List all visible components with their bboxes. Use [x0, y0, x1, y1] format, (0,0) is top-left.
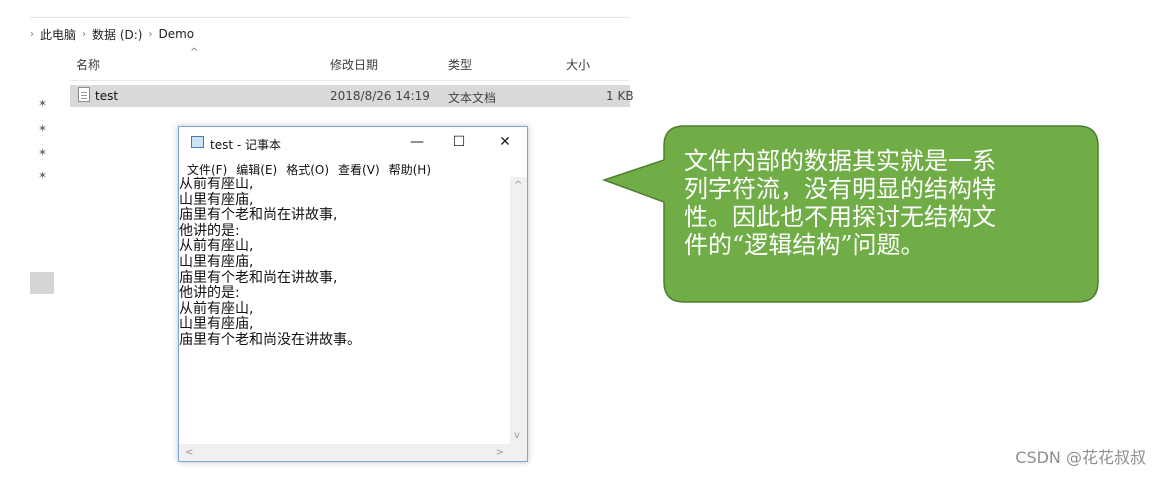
scroll-down-icon[interactable]: v — [514, 430, 520, 442]
watermark: CSDN @花花叔叔 — [1015, 448, 1146, 467]
pin-icon[interactable]: ✶ — [38, 97, 47, 110]
nav-pane-item[interactable] — [30, 272, 54, 294]
pin-icon[interactable]: ✶ — [38, 122, 47, 135]
notepad-title-bar[interactable]: test - 记事本 — ☐ ✕ — [179, 127, 527, 157]
divider — [30, 17, 630, 18]
scroll-left-icon[interactable]: < — [185, 447, 193, 459]
menu-view[interactable]: 查看(V) — [338, 161, 380, 178]
menu-format[interactable]: 格式(O) — [286, 161, 329, 178]
file-type: 文本文档 — [448, 91, 497, 105]
column-header-name[interactable]: 名称 — [76, 56, 100, 73]
notepad-icon — [191, 136, 204, 148]
breadcrumb-demo[interactable]: Demo — [158, 27, 194, 41]
menu-edit[interactable]: 编辑(E) — [236, 161, 277, 178]
scroll-up-icon[interactable]: ^ — [514, 180, 522, 192]
chevron-right-icon: › — [30, 28, 34, 40]
file-modified: 2018/8/26 14:19 — [330, 89, 430, 103]
chevron-right-icon: › — [148, 28, 153, 40]
maximize-button[interactable]: ☐ — [447, 131, 471, 153]
resize-grip[interactable] — [510, 444, 527, 461]
menu-bar: 文件(F) 编辑(E) 格式(O) 查看(V) 帮助(H) — [187, 161, 431, 178]
notepad-window[interactable]: test - 记事本 — ☐ ✕ 文件(F) 编辑(E) 格式(O) 查看(V)… — [178, 126, 528, 462]
column-header-type[interactable]: 类型 — [448, 56, 472, 73]
scroll-right-icon[interactable]: > — [496, 447, 504, 459]
file-name: test — [95, 89, 119, 103]
minimize-button[interactable]: — — [405, 131, 429, 153]
text-editor[interactable]: 从前有座山, 山里有座庙, 庙里有个老和尚在讲故事, 他讲的是: 从前有座山, … — [179, 177, 511, 445]
column-header-size[interactable]: 大小 — [566, 56, 590, 73]
sort-ascending-icon: ^ — [190, 47, 199, 58]
file-size: 1 KB — [606, 89, 634, 103]
close-button[interactable]: ✕ — [493, 131, 517, 153]
menu-help[interactable]: 帮助(H) — [389, 161, 431, 178]
column-header-modified[interactable]: 修改日期 — [330, 56, 378, 73]
menu-file[interactable]: 文件(F) — [187, 161, 227, 178]
file-row[interactable]: test 2018/8/26 14:19 文本文档 1 KB — [70, 85, 634, 107]
chevron-right-icon: › — [82, 28, 87, 40]
divider — [70, 80, 630, 81]
breadcrumb-drive-d[interactable]: 数据 (D:) — [92, 26, 142, 43]
window-title: test - 记事本 — [210, 138, 282, 152]
breadcrumb-this-pc[interactable]: 此电脑 — [40, 26, 76, 43]
breadcrumb[interactable]: › 此电脑 › 数据 (D:) › Demo — [30, 25, 194, 43]
pin-icon[interactable]: ✶ — [38, 146, 47, 159]
horizontal-scrollbar[interactable]: < > — [179, 444, 510, 461]
vertical-scrollbar[interactable]: ^ v — [510, 177, 527, 445]
pin-icon[interactable]: ✶ — [38, 169, 47, 182]
text-file-icon — [78, 87, 90, 102]
callout-text: 文件内部的数据其实就是一系 列字符流，没有明显的结构特 性。因此也不用探讨无结构… — [684, 147, 996, 259]
